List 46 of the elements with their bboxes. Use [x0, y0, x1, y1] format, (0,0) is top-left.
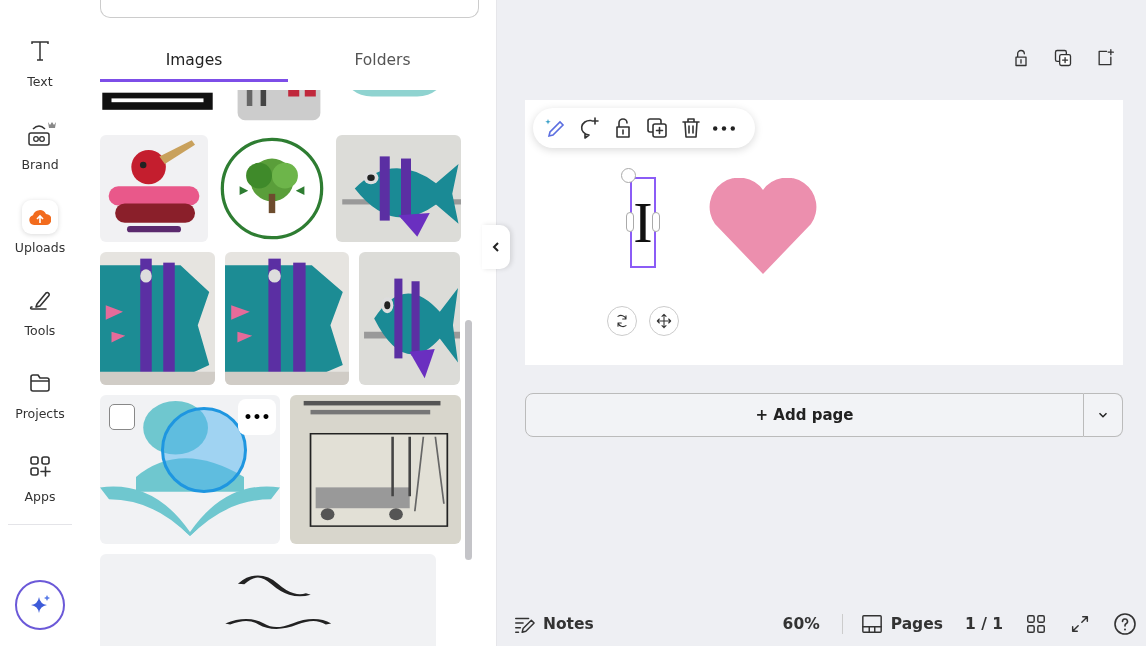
sidebar-item[interactable]: Uploads: [4, 200, 76, 283]
text-icon: [29, 39, 51, 63]
help-button[interactable]: [1113, 612, 1137, 636]
notes-button[interactable]: Notes: [513, 613, 594, 635]
move-button[interactable]: [649, 306, 679, 336]
magic-button[interactable]: [15, 580, 65, 630]
more-button[interactable]: •••: [238, 399, 276, 435]
rotate-icon: [614, 313, 630, 329]
sidebar-item[interactable]: Tools: [4, 283, 76, 366]
pages-button[interactable]: Pages: [860, 613, 943, 635]
more-button[interactable]: [713, 125, 735, 131]
add-page-button[interactable]: + Add page: [525, 393, 1084, 437]
more-icon: [713, 125, 735, 131]
duplicate-icon: [1053, 48, 1073, 68]
fullscreen-button[interactable]: [1069, 613, 1091, 635]
tab[interactable]: Images: [100, 45, 288, 82]
search-field[interactable]: [100, 0, 479, 18]
delete-button[interactable]: [679, 116, 703, 140]
zoom-button[interactable]: 60%: [782, 615, 820, 633]
pages-icon: [860, 613, 883, 635]
resize-handle[interactable]: [626, 212, 634, 232]
tab[interactable]: Folders: [288, 45, 477, 82]
duplicate-button[interactable]: [645, 116, 669, 140]
sidebar-item[interactable]: Brand: [4, 117, 76, 200]
grid-view-button[interactable]: [1025, 613, 1047, 635]
resize-handle[interactable]: [652, 212, 660, 232]
sidebar-item[interactable]: Apps: [4, 449, 76, 532]
expand-icon: [1069, 613, 1091, 635]
help-icon: [1113, 612, 1137, 636]
folder-icon: [28, 372, 52, 394]
page-counter[interactable]: 1 / 1: [964, 615, 1003, 633]
design-page[interactable]: I: [525, 100, 1123, 365]
trash-icon: [679, 116, 703, 140]
scrollbar[interactable]: [465, 320, 472, 560]
grid-icon: [1025, 613, 1047, 635]
rotate-button[interactable]: [607, 306, 637, 336]
checkbox[interactable]: [109, 404, 135, 430]
duplicate-icon: [645, 116, 669, 140]
cloud-upload-icon: [29, 208, 51, 226]
apps-icon: [28, 454, 52, 478]
sidebar-item[interactable]: Projects: [4, 366, 76, 449]
rotate-handle[interactable]: [621, 168, 636, 183]
move-icon: [656, 313, 672, 329]
chevron-left-icon: [491, 241, 501, 253]
duplicate-page-button[interactable]: [1053, 48, 1073, 68]
sidebar-item[interactable]: Text: [4, 34, 76, 117]
